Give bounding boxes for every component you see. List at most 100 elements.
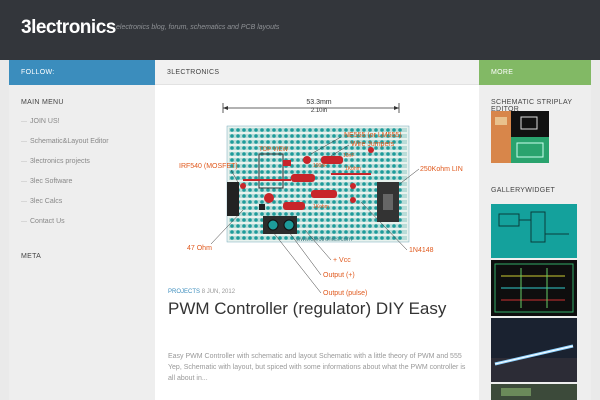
pcb-pad [332, 134, 336, 138]
pcb-pad [344, 182, 348, 186]
menu-item-projects[interactable]: 3lectronics projects [21, 152, 151, 172]
pcb-pad [290, 212, 294, 216]
pcb-pad [344, 194, 348, 198]
pcb-pad [302, 224, 306, 228]
pcb-pad [332, 200, 336, 204]
more-label: MORE [491, 69, 514, 76]
pcb-pad [350, 218, 354, 222]
pcb-pad [266, 182, 270, 186]
menu-item-editor[interactable]: Schematic&Layout Editor [21, 132, 151, 152]
pcb-pad [260, 212, 264, 216]
pcb-pad [362, 188, 366, 192]
pcb-pad [272, 134, 276, 138]
pcb-pad [248, 152, 252, 156]
pcb-pad [236, 170, 240, 174]
menu-item-contact[interactable]: Contact Us [21, 212, 151, 232]
pcb-pad [356, 182, 360, 186]
pcb-pad [362, 212, 366, 216]
gallery-image-4[interactable] [491, 384, 577, 400]
menu-item-label: 3lec Calcs [30, 198, 63, 205]
menu-item-calcs[interactable]: 3lec Calcs [21, 192, 151, 212]
schematic-editor-thumbnail[interactable] [491, 111, 549, 163]
pcb-pad [302, 128, 306, 132]
post-excerpt: Easy PWM Controller with schematic and l… [168, 353, 466, 382]
dim-width-label: 53.3mm [306, 99, 331, 106]
site-title[interactable]: 3lectronics [21, 17, 116, 39]
pcb-pad [392, 170, 396, 174]
pcb-pad [362, 152, 366, 156]
post-title[interactable]: PWM Controller (regulator) DIY Easy [168, 299, 468, 319]
pcb-pad [398, 140, 402, 144]
featured-image[interactable]: 53.3mm 2.10in NE555 (or LM555) Wire Jump… [171, 90, 463, 300]
post-category[interactable]: PROJECTS [168, 289, 200, 295]
menu-item-label: Contact Us [30, 218, 65, 225]
pcb-pad [278, 158, 282, 162]
menu-item-software[interactable]: 3lec Software [21, 172, 151, 192]
pcb-pad [230, 236, 234, 240]
pcb-pad [284, 188, 288, 192]
pcb-pad [338, 146, 342, 150]
pcb-pad [314, 224, 318, 228]
pcb-pad [320, 134, 324, 138]
pcb-pad [362, 176, 366, 180]
pcb-pad [278, 188, 282, 192]
pcb-pad [320, 182, 324, 186]
pcb-pad [248, 128, 252, 132]
menu-item-label: 3lec Software [30, 178, 73, 185]
pcb-pad [266, 140, 270, 144]
pcb-pad [260, 236, 264, 240]
pcb-pad [368, 206, 372, 210]
gallery-thumbnail [491, 260, 577, 316]
gallery-image-2[interactable] [491, 260, 577, 316]
pcb-pad [362, 230, 366, 234]
gallery-widget-title: GALLERYWIDGET [491, 187, 556, 194]
pcb-pad [326, 230, 330, 234]
pcb-pad [368, 188, 372, 192]
pcb-pad [290, 182, 294, 186]
pcb-pad [338, 134, 342, 138]
follow-label: FOLLOW: [21, 69, 55, 76]
pcb-pad [236, 140, 240, 144]
pcb-pad [374, 158, 378, 162]
menu-item-join[interactable]: JOIN US! [21, 112, 151, 132]
pcb-pad [290, 128, 294, 132]
pcb-pad [362, 158, 366, 162]
gallery-thumbnail [491, 204, 577, 258]
pcb-pad [284, 170, 288, 174]
pcb-pad [344, 176, 348, 180]
pcb-pad [332, 224, 336, 228]
pcb-pad [296, 194, 300, 198]
gallery-image-3[interactable] [491, 318, 577, 382]
pcb-pad [332, 182, 336, 186]
pcb-pad [260, 140, 264, 144]
pcb-pad [254, 236, 258, 240]
pcb-pad [284, 134, 288, 138]
pcb-pad [248, 188, 252, 192]
pcb-pad [392, 164, 396, 168]
pcb-pad [242, 224, 246, 228]
pcb-pad [236, 134, 240, 138]
pcb-pad [296, 170, 300, 174]
pcb-pad [386, 170, 390, 174]
pcb-pad [326, 170, 330, 174]
pcb-pad [398, 224, 402, 228]
main-content: 3LECTRONICS 53.3mm 2.10in NE555 (or LM55… [155, 60, 479, 400]
pcb-pad [398, 152, 402, 156]
pcb-pad [368, 200, 372, 204]
pcb-pad [362, 194, 366, 198]
pcb-pad [338, 230, 342, 234]
dim-width-in-label: 2.10in [311, 108, 327, 114]
gallery-image-1[interactable] [491, 204, 577, 258]
pcb-pad [386, 230, 390, 234]
pcb-pad [398, 164, 402, 168]
pcb-layout-figure: 53.3mm 2.10in NE555 (or LM555) Wire Jump… [179, 99, 463, 297]
pcb-pad [380, 158, 384, 162]
pcb-pad [368, 230, 372, 234]
pcb-pad [314, 182, 318, 186]
main-header-bar: 3LECTRONICS [155, 60, 479, 85]
pcb-pad [296, 146, 300, 150]
pcb-pad [248, 218, 252, 222]
pcb-pad [236, 218, 240, 222]
pcb-pad [242, 230, 246, 234]
pcb-pad [272, 140, 276, 144]
